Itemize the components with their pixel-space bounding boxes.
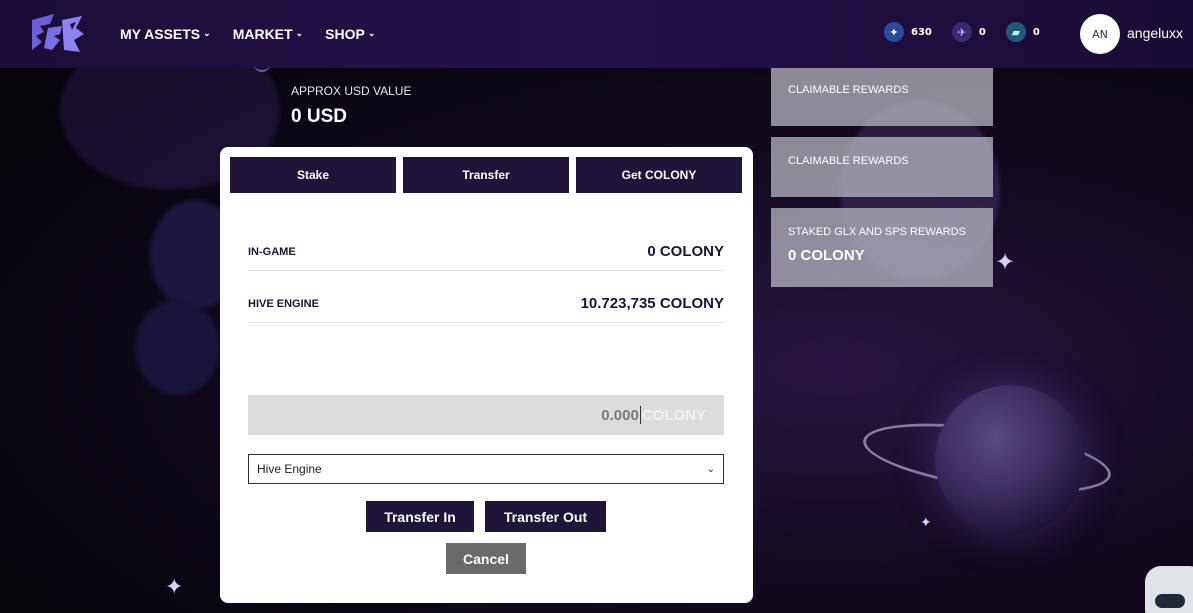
sparkle-icon: ✦: [920, 515, 932, 531]
reward-title: CLAIMABLE REWARDS: [788, 84, 909, 96]
sparkle-icon: ✦: [165, 575, 184, 600]
tab-stake[interactable]: Stake: [230, 157, 396, 193]
reward-title: STAKED GLX AND SPS REWARDS: [788, 226, 966, 238]
nav-my-assets[interactable]: MY ASSETS ⌄: [120, 26, 211, 42]
nav-market[interactable]: MARKET ⌄: [233, 26, 303, 42]
source-select[interactable]: Hive Engine ⌄: [248, 454, 724, 484]
colony-transfer-modal: Stake Transfer Get COLONY IN-GAME 0 COLO…: [220, 147, 753, 603]
text-caret: [639, 406, 641, 424]
transfer-in-button[interactable]: Transfer In: [366, 501, 474, 532]
chevron-down-icon: ⌄: [706, 463, 715, 475]
stat-value: 0: [1032, 26, 1040, 38]
reward-title: CLAIMABLE REWARDS: [788, 155, 909, 167]
staked-rewards-card[interactable]: STAKED GLX AND SPS REWARDS 0 COLONY: [771, 208, 993, 287]
stat-tickets[interactable]: ▰ 0: [1005, 22, 1040, 42]
amount-input[interactable]: 0.000 COLONY: [248, 395, 724, 435]
currency-stats: ✦ 630 ✈ 0 ▰ 0: [884, 22, 1040, 42]
stat-value: 630: [911, 26, 932, 38]
nav-label: SHOP: [325, 26, 365, 42]
tab-transfer[interactable]: Transfer: [403, 157, 569, 193]
cancel-button[interactable]: Cancel: [446, 543, 526, 574]
star-token-icon: ✦: [884, 22, 904, 42]
tab-get-colony[interactable]: Get COLONY: [576, 157, 742, 193]
chevron-down-icon: ⌄: [203, 27, 211, 38]
reward-value: 0 COLONY: [788, 247, 865, 264]
transfer-out-button[interactable]: Transfer Out: [485, 501, 606, 532]
chevron-down-icon: ⌄: [295, 27, 304, 38]
chat-widget-button[interactable]: [1145, 566, 1193, 613]
balance-row-hive-engine: HIVE ENGINE 10.723,735 COLONY: [248, 295, 724, 323]
balance-label: IN-GAME: [248, 245, 296, 258]
spaceship-icon: ✈: [951, 22, 972, 42]
stat-ships[interactable]: ✈ 0: [951, 22, 986, 42]
partial-icon: [254, 62, 270, 72]
logo-icon[interactable]: [26, 10, 90, 58]
stat-stars[interactable]: ✦ 630: [884, 22, 932, 42]
nav-label: MY ASSETS: [120, 26, 201, 42]
usd-value: 0 USD: [291, 106, 347, 127]
ticket-icon: ▰: [1005, 22, 1026, 42]
sparkle-icon: ✦: [995, 248, 1016, 276]
select-value: Hive Engine: [257, 462, 322, 476]
balance-row-in-game: IN-GAME 0 COLONY: [248, 243, 724, 271]
chevron-down-icon: ⌄: [367, 27, 376, 38]
claimable-rewards-card[interactable]: CLAIMABLE REWARDS: [771, 68, 993, 126]
chat-icon: [1155, 594, 1185, 608]
top-navbar: MY ASSETS ⌄ MARKET ⌄ SHOP ⌄ ✦ 630 ✈ 0 ▰ …: [0, 0, 1193, 68]
planet-decoration: [935, 385, 1085, 535]
amount-unit: COLONY: [641, 406, 706, 424]
avatar[interactable]: AN: [1080, 14, 1120, 54]
balance-value: 0 COLONY: [647, 243, 724, 260]
amount-value: 0.000: [601, 406, 639, 424]
nav-shop[interactable]: SHOP ⌄: [325, 26, 375, 42]
stat-value: 0: [978, 26, 986, 38]
nav-label: MARKET: [232, 26, 293, 42]
claimable-rewards-card[interactable]: CLAIMABLE REWARDS: [771, 137, 993, 197]
main-nav: MY ASSETS ⌄ MARKET ⌄ SHOP ⌄: [120, 0, 375, 68]
balance-label: HIVE ENGINE: [248, 297, 319, 310]
modal-tabs: Stake Transfer Get COLONY: [230, 157, 742, 193]
usd-value-label: APPROX USD VALUE: [291, 84, 412, 98]
username[interactable]: angeluxx: [1127, 25, 1183, 41]
asteroid-decoration: [135, 300, 220, 395]
balance-value: 10.723,735 COLONY: [580, 295, 724, 312]
